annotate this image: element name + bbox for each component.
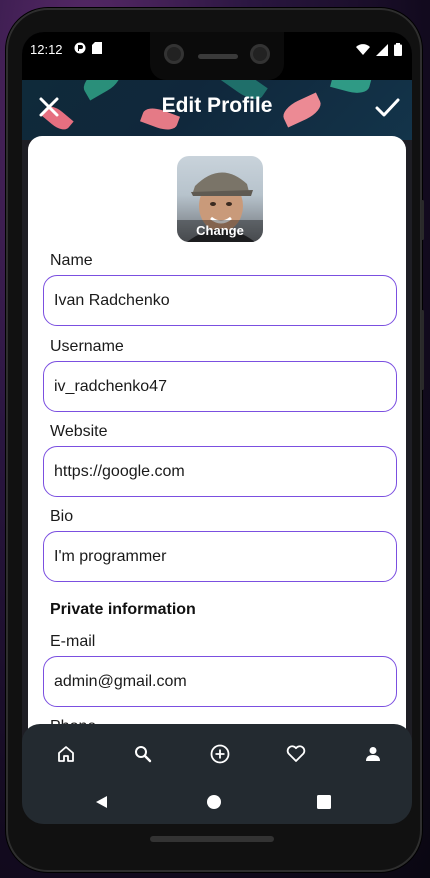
bio-label: Bio (50, 508, 74, 525)
avatar-change-button[interactable]: Change (177, 156, 263, 242)
battery-icon (394, 43, 402, 56)
home-circle-icon (207, 795, 221, 809)
power-button (421, 310, 424, 390)
bottom-navigation (22, 724, 412, 824)
app-notification-icon (74, 42, 86, 54)
nav-add[interactable] (206, 740, 234, 768)
bio-field[interactable] (43, 531, 397, 582)
private-info-heading: Private information (50, 601, 196, 618)
system-navigation-bar (22, 782, 412, 822)
save-button[interactable] (372, 92, 402, 122)
change-photo-label: Change (177, 220, 263, 242)
wifi-icon (356, 43, 370, 55)
signal-icon (376, 43, 388, 56)
home-icon (58, 746, 74, 762)
nav-profile[interactable] (359, 740, 387, 768)
email-field[interactable] (43, 656, 397, 707)
username-field[interactable] (43, 361, 397, 412)
header-bar: Edit Profile (22, 80, 412, 140)
earpiece-speaker (198, 54, 238, 59)
system-back-button[interactable] (94, 794, 110, 815)
website-label: Website (50, 423, 108, 440)
nav-search[interactable] (129, 740, 157, 768)
front-camera-left (164, 44, 184, 64)
search-icon (135, 746, 152, 763)
back-triangle-icon (96, 796, 107, 808)
add-circle-icon (210, 744, 230, 764)
heart-icon (286, 745, 306, 762)
name-label: Name (50, 252, 93, 269)
camera-notch (150, 32, 284, 80)
front-camera-right (250, 44, 270, 64)
email-label: E-mail (50, 633, 96, 650)
notification-icons (74, 42, 102, 54)
system-recents-button[interactable] (316, 794, 332, 815)
status-bar: 12:12 (22, 32, 412, 80)
person-icon (366, 747, 380, 761)
screen: 12:12 Edit Profile Change Name Ivan Radc… (22, 32, 412, 824)
volume-up-button (421, 200, 424, 240)
phone-frame: 12:12 Edit Profile Change Name Ivan Radc… (6, 8, 424, 872)
page-title: Edit Profile (161, 94, 273, 117)
sd-card-icon (92, 42, 102, 54)
system-home-button[interactable] (206, 794, 222, 815)
nav-home[interactable] (52, 740, 80, 768)
nav-favorites[interactable] (282, 740, 310, 768)
website-field[interactable] (43, 446, 397, 497)
checkmark-icon (375, 98, 400, 117)
recents-square-icon (317, 795, 331, 809)
system-status-icons (356, 43, 402, 56)
bottom-speaker-grille (150, 836, 274, 842)
status-time: 12:12 (30, 42, 63, 57)
username-label: Username (50, 338, 124, 355)
name-field[interactable] (43, 275, 397, 326)
edit-profile-form: Change Name Username Website Bio Private… (28, 136, 406, 756)
